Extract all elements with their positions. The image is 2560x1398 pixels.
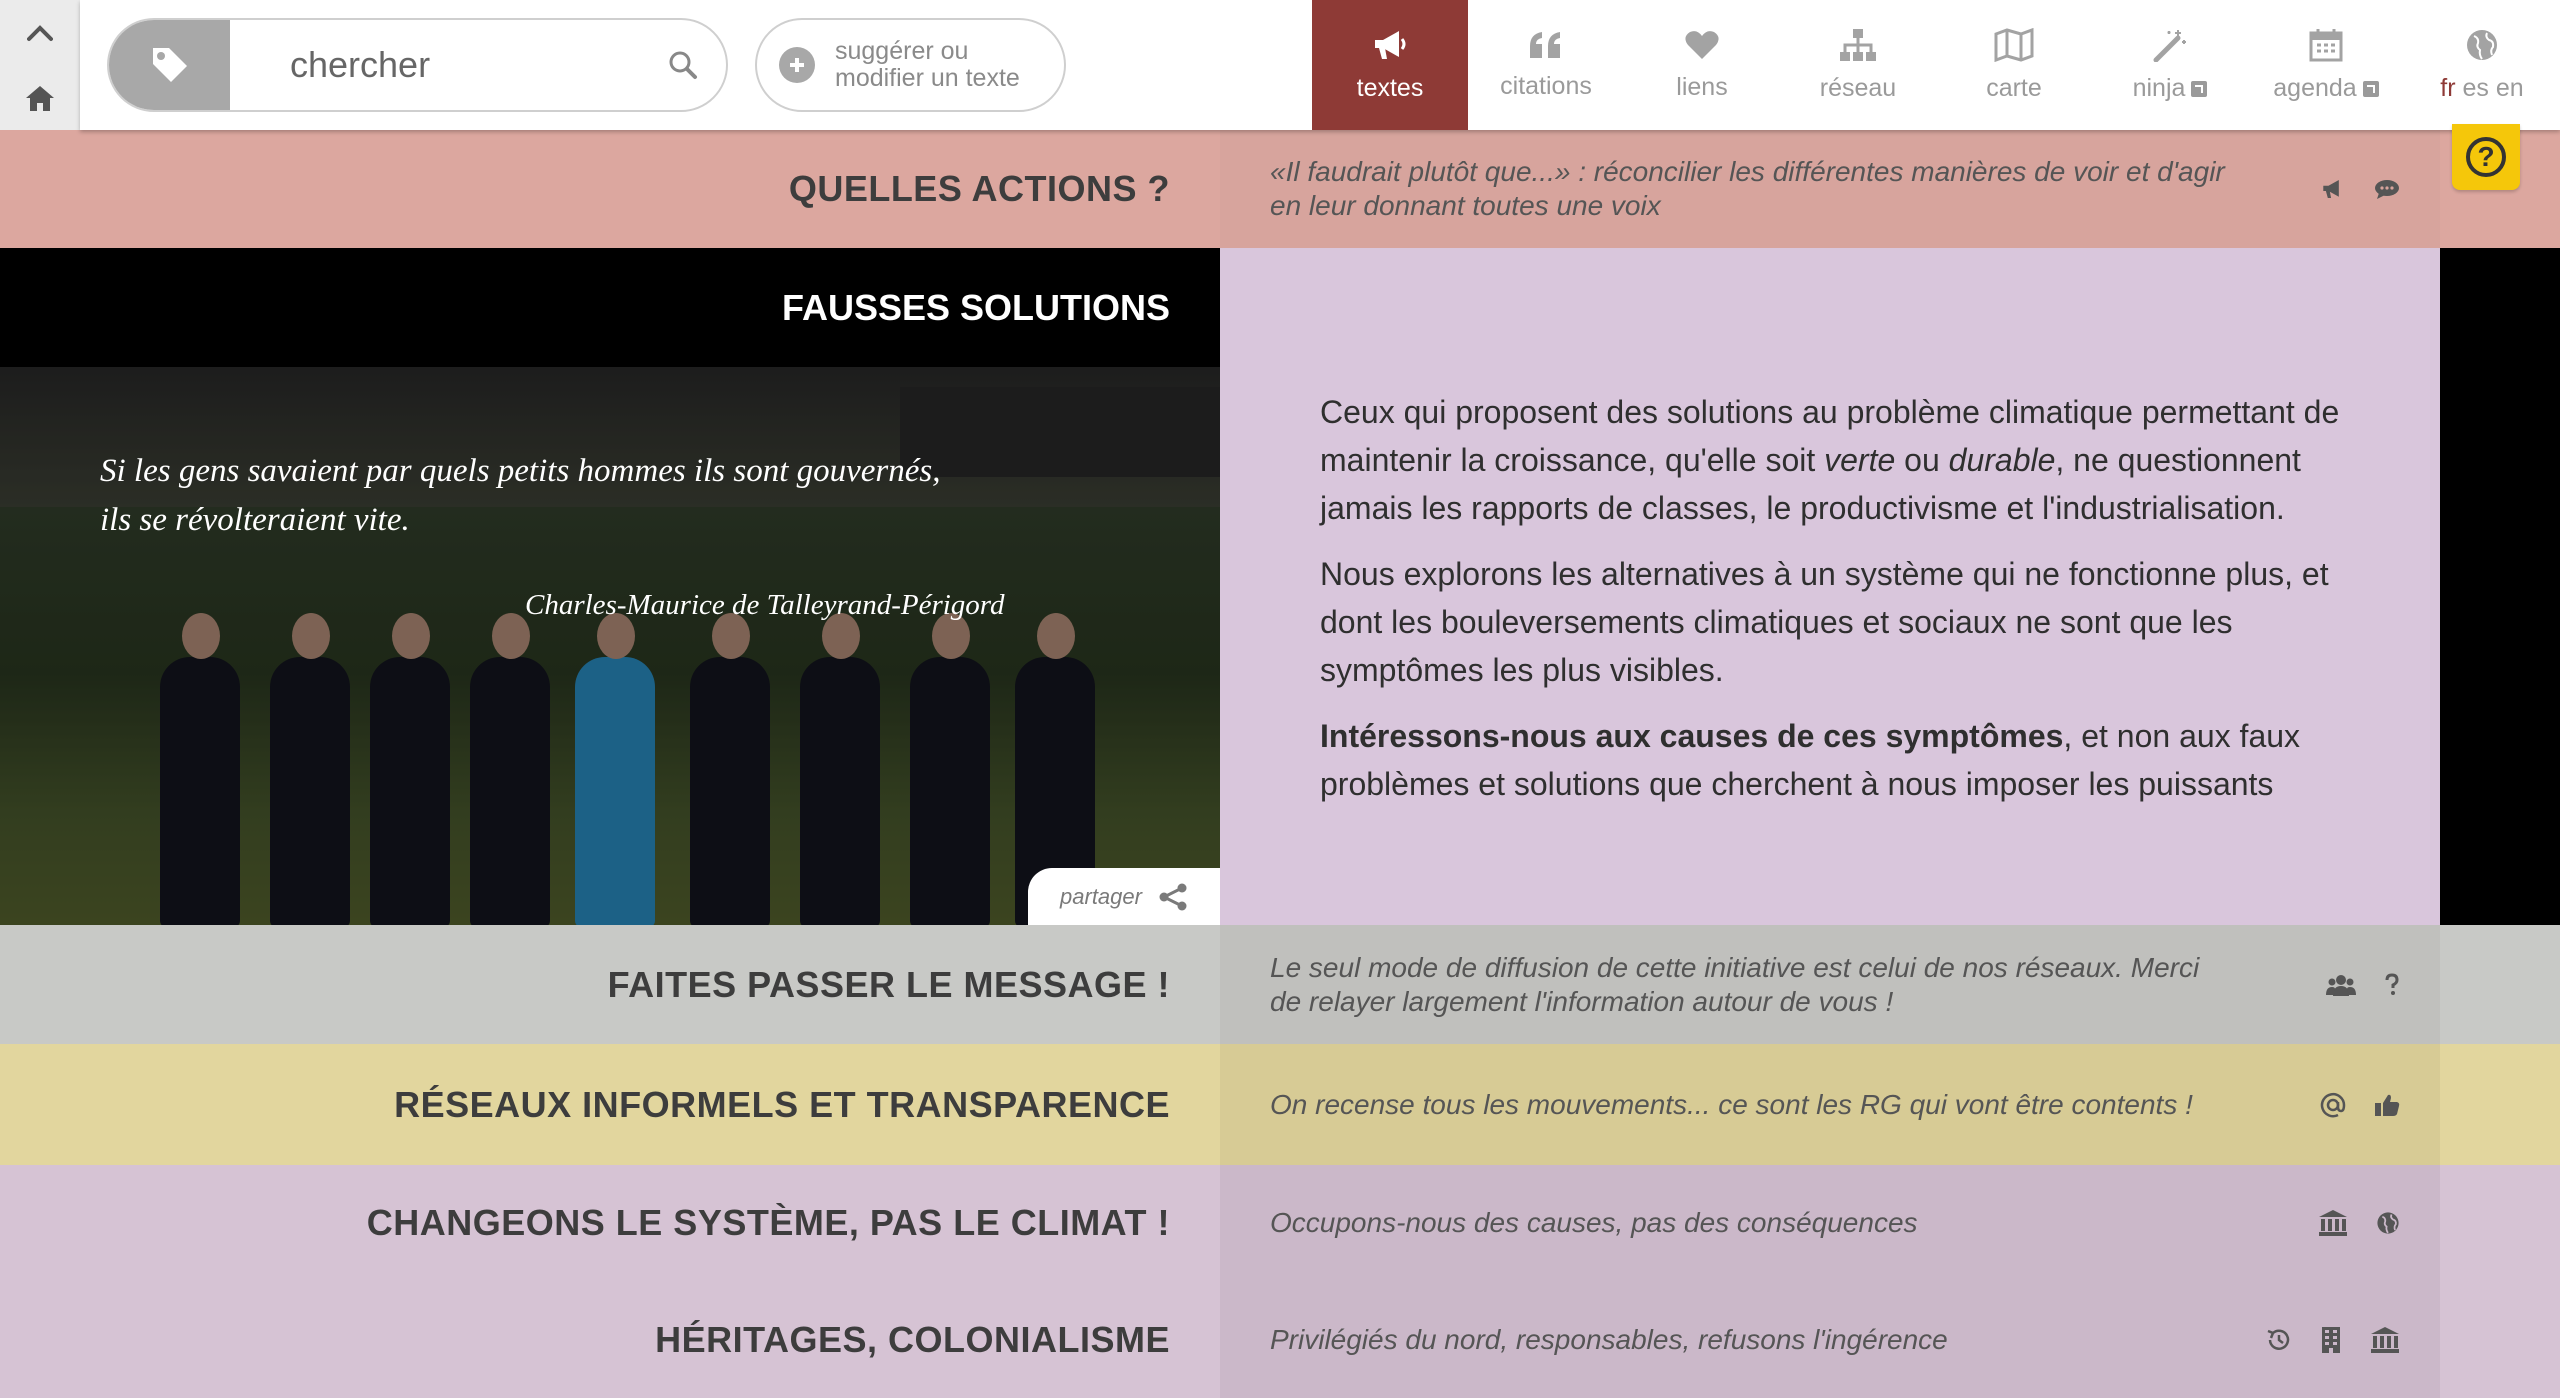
section-title: QUELLES ACTIONS ? bbox=[788, 168, 1170, 209]
tab-textes[interactable]: textes bbox=[1312, 0, 1468, 130]
section-title: CHANGEONS LE SYSTÈME, PAS LE CLIMAT ! bbox=[366, 1202, 1170, 1243]
featured-description: Ceux qui proposent des solutions au prob… bbox=[1220, 248, 2440, 925]
magic-wand-icon bbox=[2153, 29, 2186, 62]
history-icon bbox=[2267, 1328, 2290, 1350]
sitemap-icon bbox=[1840, 28, 1876, 61]
share-button[interactable]: partager bbox=[1028, 868, 1220, 925]
section-title: RÉSEAUX INFORMELS ET TRANSPARENCE bbox=[394, 1083, 1170, 1125]
tab-label: citations bbox=[1500, 71, 1592, 100]
section-subtitle: «Il faudrait plutôt que...» : réconcilie… bbox=[1270, 156, 2225, 221]
suggest-line2: modifier un texte bbox=[835, 64, 1020, 92]
share-icon bbox=[1159, 883, 1187, 910]
suggest-text-button[interactable]: suggérer ou modifier un texte bbox=[755, 18, 1066, 112]
megaphone-icon bbox=[1375, 30, 1406, 59]
tab-citations[interactable]: citations bbox=[1468, 0, 1624, 130]
question-icon bbox=[2385, 972, 2399, 995]
building-icon bbox=[2322, 1326, 2340, 1353]
external-link-icon bbox=[2191, 80, 2208, 97]
section-row-systeme[interactable]: CHANGEONS LE SYSTÈME, PAS LE CLIMAT ! Oc… bbox=[0, 1165, 2560, 1281]
description-paragraph: Nous explorons les alternatives à un sys… bbox=[1320, 556, 2329, 688]
tab-liens[interactable]: liens bbox=[1624, 0, 1780, 130]
tab-languages[interactable]: fr es en bbox=[2404, 0, 2560, 130]
tag-icon bbox=[152, 48, 187, 82]
tab-label: textes bbox=[1356, 73, 1424, 102]
users-icon bbox=[2326, 974, 2356, 996]
section-row-reseaux[interactable]: RÉSEAUX INFORMELS ET TRANSPARENCE On rec… bbox=[0, 1044, 2560, 1165]
section-title: HÉRITAGES, COLONIALISME bbox=[655, 1318, 1170, 1360]
lang-current[interactable]: fr bbox=[2440, 74, 2455, 102]
search-icon[interactable] bbox=[668, 50, 698, 85]
institution-icon bbox=[2319, 1210, 2347, 1236]
globe-icon bbox=[2377, 1212, 2399, 1234]
suggest-line1: suggérer ou bbox=[835, 37, 969, 65]
tab-label: carte bbox=[1986, 73, 2042, 102]
tab-label: réseau bbox=[1819, 73, 1897, 102]
comment-icon bbox=[2375, 180, 2399, 199]
tab-label: ninja bbox=[2132, 73, 2186, 102]
left-mini-nav bbox=[0, 0, 80, 130]
at-sign-icon bbox=[2320, 1092, 2346, 1117]
quote-author: Charles-Maurice de Talleyrand-Périgord bbox=[525, 589, 1005, 621]
featured-title: FAUSSES SOLUTIONS bbox=[781, 286, 1170, 328]
featured-section: FAUSSES SOLUTIONS Si les gens savaient p… bbox=[0, 248, 2560, 925]
tab-label: liens bbox=[1676, 72, 1728, 101]
globe-icon bbox=[2467, 29, 2497, 60]
scroll-up-button[interactable] bbox=[0, 0, 80, 65]
section-row-message[interactable]: FAITES PASSER LE MESSAGE ! Le seul mode … bbox=[0, 925, 2560, 1044]
heart-icon bbox=[1685, 30, 1719, 59]
share-label: partager bbox=[1060, 883, 1142, 909]
chevron-up-icon bbox=[27, 24, 53, 41]
section-row-heritages[interactable]: HÉRITAGES, COLONIALISME Privilégiés du n… bbox=[0, 1281, 2560, 1398]
quote-icon bbox=[1530, 31, 1560, 58]
lang-others[interactable]: es en bbox=[2463, 74, 2524, 102]
section-subtitle: Le seul mode de diffusion de cette initi… bbox=[1270, 951, 2200, 1017]
description-paragraph: Intéressons-nous aux causes de ces sympt… bbox=[1320, 718, 2301, 802]
calendar-icon bbox=[2309, 28, 2343, 61]
institution-icon bbox=[2371, 1326, 2399, 1353]
tab-agenda[interactable]: agenda bbox=[2248, 0, 2404, 130]
section-subtitle: Occupons-nous des causes, pas des conséq… bbox=[1270, 1207, 1918, 1238]
section-title: FAITES PASSER LE MESSAGE ! bbox=[607, 963, 1170, 1005]
tab-ninja[interactable]: ninja bbox=[2092, 0, 2248, 130]
thumbs-up-icon bbox=[2375, 1094, 2400, 1116]
tab-carte[interactable]: carte bbox=[1936, 0, 2092, 130]
megaphone-icon bbox=[2323, 179, 2339, 199]
tag-filter-button[interactable] bbox=[109, 20, 230, 110]
home-button[interactable] bbox=[0, 65, 80, 130]
featured-quote: Si les gens savaient par quels petits ho… bbox=[100, 453, 941, 538]
plus-circle-icon bbox=[779, 47, 815, 83]
search-input[interactable] bbox=[230, 20, 650, 110]
help-icon: ? bbox=[2466, 137, 2506, 177]
tab-reseau[interactable]: réseau bbox=[1780, 0, 1936, 130]
section-row-actions[interactable]: QUELLES ACTIONS ? «Il faudrait plutôt qu… bbox=[0, 130, 2560, 248]
section-subtitle: Privilégiés du nord, responsables, refus… bbox=[1270, 1323, 1948, 1355]
search-box bbox=[107, 18, 728, 112]
map-icon bbox=[1994, 27, 2034, 62]
tab-label: agenda bbox=[2273, 73, 2357, 102]
external-link-icon bbox=[2362, 80, 2379, 97]
top-header: suggérer ou modifier un texte textes cit… bbox=[80, 0, 2560, 130]
main-nav-tabs: textes citations liens réseau carte ninj… bbox=[1312, 0, 2560, 130]
help-button[interactable]: ? bbox=[2452, 124, 2520, 190]
home-icon bbox=[26, 85, 54, 111]
description-paragraph: Ceux qui proposent des solutions au prob… bbox=[1320, 394, 2340, 526]
featured-photo: Si les gens savaient par quels petits ho… bbox=[0, 367, 1220, 925]
section-subtitle: On recense tous les mouvements... ce son… bbox=[1270, 1088, 2193, 1120]
